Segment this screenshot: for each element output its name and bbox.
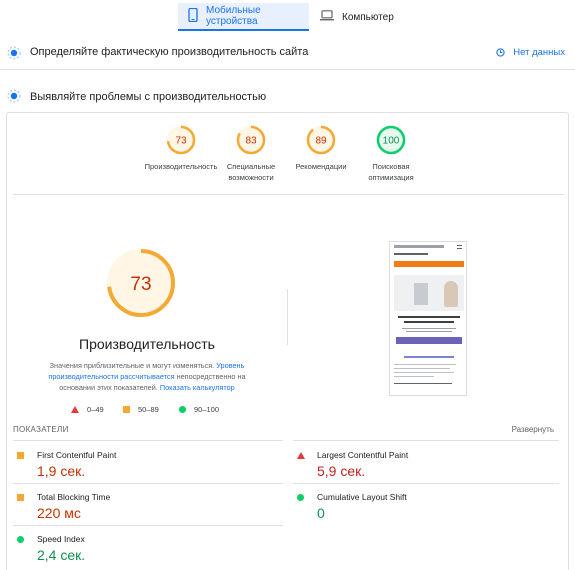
metric-value: 1,9 сек.	[37, 463, 86, 479]
performance-note: Значения приблизительные и могут изменят…	[33, 360, 261, 393]
no-data-link[interactable]: Нет данных	[496, 47, 565, 58]
pass-circle-icon	[17, 536, 24, 543]
metric-cls: Cumulative Layout Shift 0	[293, 487, 533, 527]
site-logo	[394, 245, 444, 248]
gauge-label: Производительность	[144, 162, 218, 171]
metric-fcp: First Contentful Paint 1,9 сек.	[13, 445, 253, 485]
lab-data-section: Выявляйте проблемы с производительностью	[0, 82, 575, 110]
final-screenshot[interactable]	[389, 241, 467, 396]
average-square-icon	[17, 452, 24, 459]
site-text	[402, 328, 456, 329]
score-legend: 0–49 50–89 90–100	[71, 405, 251, 417]
metric-divider	[13, 440, 283, 441]
metric-lcp: Largest Contentful Paint 5,9 сек.	[293, 445, 533, 485]
lab-data-icon	[6, 88, 22, 109]
triangle-icon	[71, 406, 79, 413]
legend-pass-label: 90–100	[194, 405, 220, 414]
report-card: 73 Производительность 83 Специальные возм…	[6, 112, 569, 570]
metric-value: 220 мс	[37, 505, 81, 521]
site-button	[396, 337, 462, 344]
section-divider	[13, 194, 564, 195]
legend-average: 50–89	[123, 405, 159, 414]
site-cta-bar	[394, 261, 464, 267]
expand-view-button[interactable]: Развернуть	[512, 425, 554, 434]
site-hero-image	[394, 275, 464, 311]
tab-mobile-label: Мобильные устройства	[206, 5, 261, 27]
metric-divider	[293, 483, 559, 484]
pass-circle-icon	[297, 494, 304, 501]
tab-mobile[interactable]: Мобильные устройства	[178, 3, 309, 31]
gauge-score: 73	[175, 136, 187, 147]
gauge-label-2: оптимизация	[368, 173, 414, 182]
gauge-label: Специальные	[226, 162, 276, 171]
metric-name: Total Blocking Time	[37, 492, 111, 502]
site-heading	[398, 316, 460, 318]
metric-divider	[13, 483, 283, 484]
pagespeed-report: Мобильные устройства Компьютер Определяй…	[0, 0, 575, 570]
performance-gauge: 73	[105, 247, 177, 324]
clock-icon	[496, 48, 505, 57]
site-line	[394, 364, 456, 365]
performance-score: 73	[130, 274, 151, 295]
gauge-best-practices[interactable]: 89 Рекомендации	[281, 125, 361, 172]
site-line	[394, 383, 452, 384]
gauge-label: Рекомендации	[295, 162, 347, 171]
vertical-divider	[287, 289, 288, 345]
no-data-label: Нет данных	[513, 47, 565, 58]
metric-tbt: Total Blocking Time 220 мс	[13, 487, 253, 527]
show-calculator-link[interactable]: Показать калькулятор	[160, 383, 235, 392]
lab-data-title: Выявляйте проблемы с производительностью	[30, 91, 267, 103]
field-data-title: Определяйте фактическую производительнос…	[30, 46, 309, 58]
gauge-score: 89	[315, 136, 327, 147]
tab-desktop[interactable]: Компьютер	[318, 3, 408, 31]
site-line	[394, 372, 454, 373]
note-text-1: Значения приблизительные и могут изменят…	[49, 361, 215, 370]
legend-average-label: 50–89	[138, 405, 159, 414]
metric-name: Speed Index	[37, 534, 85, 544]
metric-name: Cumulative Layout Shift	[317, 492, 407, 502]
average-square-icon	[17, 494, 24, 501]
legend-pass: 90–100	[179, 405, 219, 414]
metric-si: Speed Index 2,4 сек.	[13, 529, 253, 569]
category-gauges: 73 Производительность 83 Специальные возм…	[7, 125, 568, 195]
metric-name: Largest Contentful Paint	[317, 450, 409, 460]
metric-divider	[13, 525, 283, 526]
gauge-performance[interactable]: 73 Производительность	[141, 125, 221, 172]
site-text-2	[406, 331, 452, 332]
hamburger-icon	[457, 245, 462, 249]
fail-triangle-icon	[297, 452, 305, 459]
site-line	[394, 376, 434, 377]
site-phone	[394, 253, 428, 255]
circle-icon	[179, 406, 186, 413]
gauge-seo[interactable]: 100 Поисковая оптимизация	[351, 125, 431, 183]
gauge-label-2: возможности	[228, 173, 274, 182]
gauge-score: 83	[245, 136, 257, 147]
gauge-accessibility[interactable]: 83 Специальные возможности	[211, 125, 291, 183]
square-icon	[123, 406, 130, 413]
field-data-icon	[6, 44, 22, 67]
smartphone-icon	[188, 7, 206, 25]
field-data-section: Определяйте фактическую производительнос…	[0, 36, 575, 70]
metric-value: 2,4 сек.	[37, 547, 86, 563]
metric-divider	[293, 440, 559, 441]
device-tabs: Мобильные устройства Компьютер	[0, 0, 575, 34]
site-line	[394, 368, 450, 369]
site-heading-2	[404, 321, 454, 323]
gauge-label: Поисковая	[372, 162, 410, 171]
site-subheading	[404, 356, 454, 358]
metrics-header: ПОКАЗАТЕЛИ	[13, 425, 69, 434]
metric-value: 0	[317, 505, 325, 521]
metric-value: 5,9 сек.	[317, 463, 366, 479]
legend-fail: 0–49	[71, 405, 104, 414]
gauge-score: 100	[383, 136, 400, 147]
legend-fail-label: 0–49	[87, 405, 104, 414]
tab-desktop-label: Компьютер	[342, 11, 394, 23]
performance-title: Производительность	[79, 336, 215, 352]
laptop-icon	[320, 10, 342, 24]
metric-name: First Contentful Paint	[37, 450, 117, 460]
